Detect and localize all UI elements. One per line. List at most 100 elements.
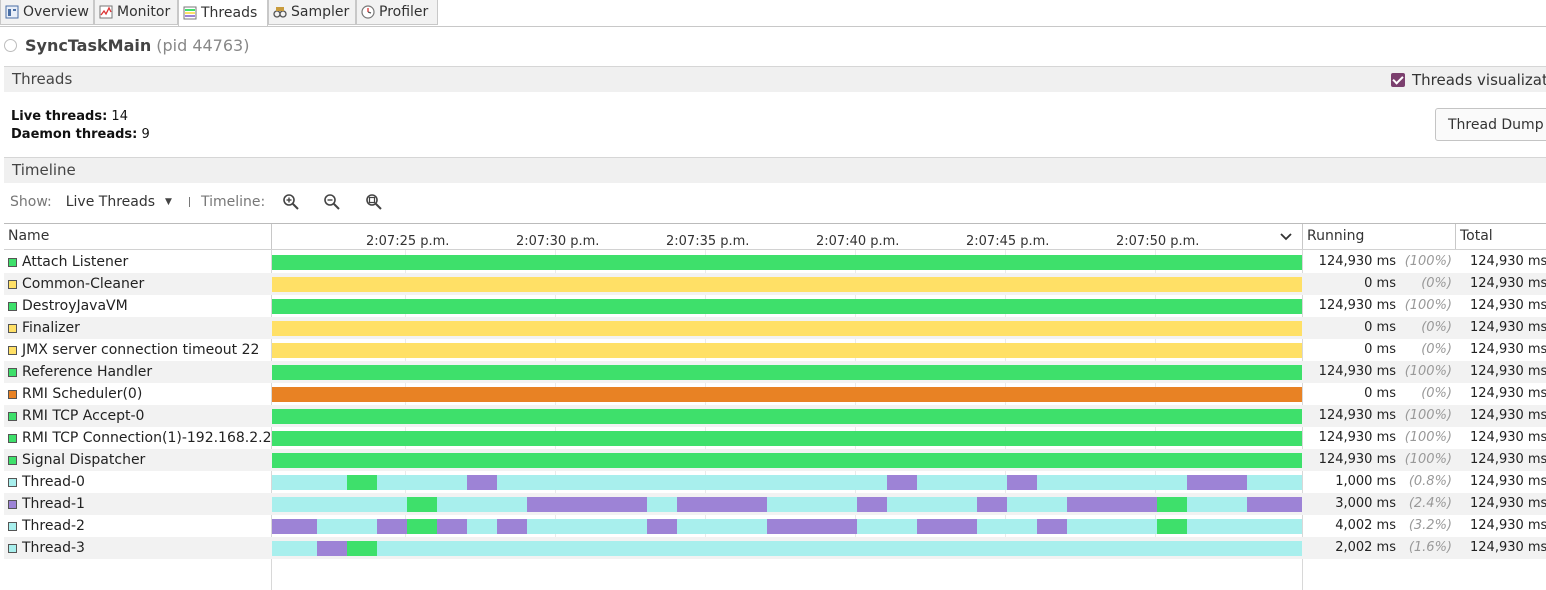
show-threads-value: Live Threads [65, 194, 156, 210]
chevron-down-icon[interactable] [1280, 232, 1292, 242]
column-header-timeline[interactable]: 2:07:25 p.m. 2:07:30 p.m. 2:07:35 p.m. 2… [272, 224, 1303, 249]
running-percent: (0.8%) [1408, 474, 1452, 489]
thread-state-segment [1157, 497, 1187, 512]
thread-state-segment [977, 497, 1007, 512]
thread-name: Thread-0 [22, 474, 85, 490]
column-header-running[interactable]: Running [1303, 224, 1456, 249]
running-percent: (0%) [1421, 386, 1452, 401]
show-threads-select[interactable]: Live Threads ▼ [66, 194, 172, 210]
threads-icon [183, 6, 197, 20]
thread-state-segment [527, 497, 647, 512]
thread-name-cell: RMI TCP Connection(1)-192.168.2.22 [4, 427, 271, 449]
timeline-toolbar: Show: Live Threads ▼ Timeline: [10, 193, 383, 211]
thread-state-segment [677, 497, 767, 512]
thread-state-segment [407, 497, 437, 512]
thread-name-cell: Thread-3 [4, 537, 271, 559]
thread-state-segment [1007, 475, 1037, 490]
thread-state-icon [8, 367, 17, 377]
running-time: 0 ms [1364, 342, 1396, 357]
column-header-total[interactable]: Total [1456, 224, 1546, 249]
thread-row[interactable]: JMX server connection timeout 22 0 ms (0%)… [4, 339, 1546, 361]
thread-name-cell: Attach Listener [4, 251, 271, 273]
thread-state-segment [467, 519, 497, 534]
thread-state-segment [887, 497, 977, 512]
thread-dump-button[interactable]: Thread Dump [1435, 108, 1546, 141]
thread-state-icon [8, 543, 17, 553]
threads-table-header: Name 2:07:25 p.m. 2:07:30 p.m. 2:07:35 p… [4, 223, 1546, 250]
tab-label: Sampler [291, 4, 350, 20]
threads-visualization-toggle[interactable]: Threads visualizatio [1391, 71, 1546, 89]
thread-row[interactable]: Thread-0 1,000 ms (0.8%) 124,930 ms [4, 471, 1546, 493]
thread-state-icon [8, 499, 17, 509]
running-time: 0 ms [1364, 320, 1396, 335]
thread-row[interactable]: RMI TCP Accept-0 124,930 ms (100%) 124,930 … [4, 405, 1546, 427]
thread-row[interactable]: DestroyJavaVM 124,930 ms (100%) 124,930 ms [4, 295, 1546, 317]
zoom-fit-icon[interactable] [365, 193, 383, 211]
thread-state-segment [347, 475, 377, 490]
thread-state-segment [317, 519, 377, 534]
tab-label: Overview [23, 4, 89, 20]
running-time: 3,000 ms [1335, 496, 1396, 511]
thread-state-segment [767, 497, 857, 512]
thread-row[interactable]: Thread-1 3,000 ms (2.4%) 124,930 ms [4, 493, 1546, 515]
thread-state-segment [272, 277, 1302, 292]
daemon-threads-stat: Daemon threads: 9 [11, 127, 150, 142]
thread-row[interactable]: RMI TCP Connection(1)-192.168.2.22 124,93… [4, 427, 1546, 449]
live-threads-stat: Live threads: 14 [11, 109, 128, 124]
zoom-out-icon[interactable] [323, 193, 341, 211]
checkbox-checked-icon[interactable] [1391, 73, 1405, 87]
thread-name: Thread-2 [22, 518, 85, 534]
thread-state-segment [317, 541, 347, 556]
tab-label: Monitor [117, 4, 171, 20]
thread-state-segment [1187, 475, 1247, 490]
thread-row[interactable]: Reference Handler 124,930 ms (100%) 124,930… [4, 361, 1546, 383]
thread-row[interactable]: Signal Dispatcher 124,930 ms (100%) 124,930… [4, 449, 1546, 471]
total-time: 124,930 ms [1470, 452, 1546, 467]
thread-row[interactable]: RMI Scheduler(0) 0 ms (0%) 124,930 ms [4, 383, 1546, 405]
running-time: 2,002 ms [1335, 540, 1396, 555]
running-time: 4,002 ms [1335, 518, 1396, 533]
app-title: SyncTaskMain (pid 44763) [4, 36, 249, 55]
tab-label: Threads [201, 5, 258, 21]
running-percent: (0%) [1421, 342, 1452, 357]
thread-name-cell: Finalizer [4, 317, 271, 339]
thread-state-segment [917, 475, 1007, 490]
thread-row[interactable]: Thread-2 4,002 ms (3.2%) 124,930 ms [4, 515, 1546, 537]
thread-state-segment [272, 541, 317, 556]
threads-section-header: Threads [4, 66, 1546, 92]
thread-name-cell: Thread-0 [4, 471, 271, 493]
tab-sampler[interactable]: Sampler [268, 0, 356, 25]
running-percent: (0%) [1421, 276, 1452, 291]
running-percent: (100%) [1404, 298, 1452, 313]
running-percent: (100%) [1404, 408, 1452, 423]
thread-state-segment [1187, 497, 1247, 512]
threads-section-title: Threads [12, 70, 73, 88]
thread-row[interactable]: Common-Cleaner 0 ms (0%) 124,930 ms [4, 273, 1546, 295]
column-header-name[interactable]: Name [4, 224, 272, 249]
thread-name-cell: Reference Handler [4, 361, 271, 383]
running-percent: (1.6%) [1408, 540, 1452, 555]
thread-row[interactable]: Attach Listener 124,930 ms (100%) 124,930 m… [4, 251, 1546, 273]
dropdown-caret-icon: ▼ [165, 197, 172, 207]
thread-row[interactable]: Finalizer 0 ms (0%) 124,930 ms [4, 317, 1546, 339]
timeline-section-header: Timeline [4, 157, 1546, 183]
thread-name-cell: Signal Dispatcher [4, 449, 271, 471]
thread-state-segment [1247, 475, 1302, 490]
running-percent: (100%) [1404, 254, 1452, 269]
thread-row[interactable]: Thread-3 2,002 ms (1.6%) 124,930 ms [4, 537, 1546, 559]
tab-profiler[interactable]: Profiler [356, 0, 438, 25]
thread-state-segment [272, 431, 1302, 446]
tab-bar: Overview Monitor Threads Sampler Profile… [0, 0, 1546, 27]
tab-monitor[interactable]: Monitor [94, 0, 178, 25]
thread-state-segment [272, 255, 1302, 270]
tab-overview[interactable]: Overview [0, 0, 94, 25]
thread-name: JMX server connection timeout 22 [22, 342, 260, 358]
thread-state-segment [272, 387, 1302, 402]
thread-state-segment [272, 409, 1302, 424]
zoom-in-icon[interactable] [282, 193, 300, 211]
thread-name-cell: RMI TCP Accept-0 [4, 405, 271, 427]
running-time: 124,930 ms [1318, 430, 1396, 445]
thread-name-cell: Thread-2 [4, 515, 271, 537]
tab-threads[interactable]: Threads [178, 0, 268, 26]
thread-state-icon [8, 433, 17, 443]
